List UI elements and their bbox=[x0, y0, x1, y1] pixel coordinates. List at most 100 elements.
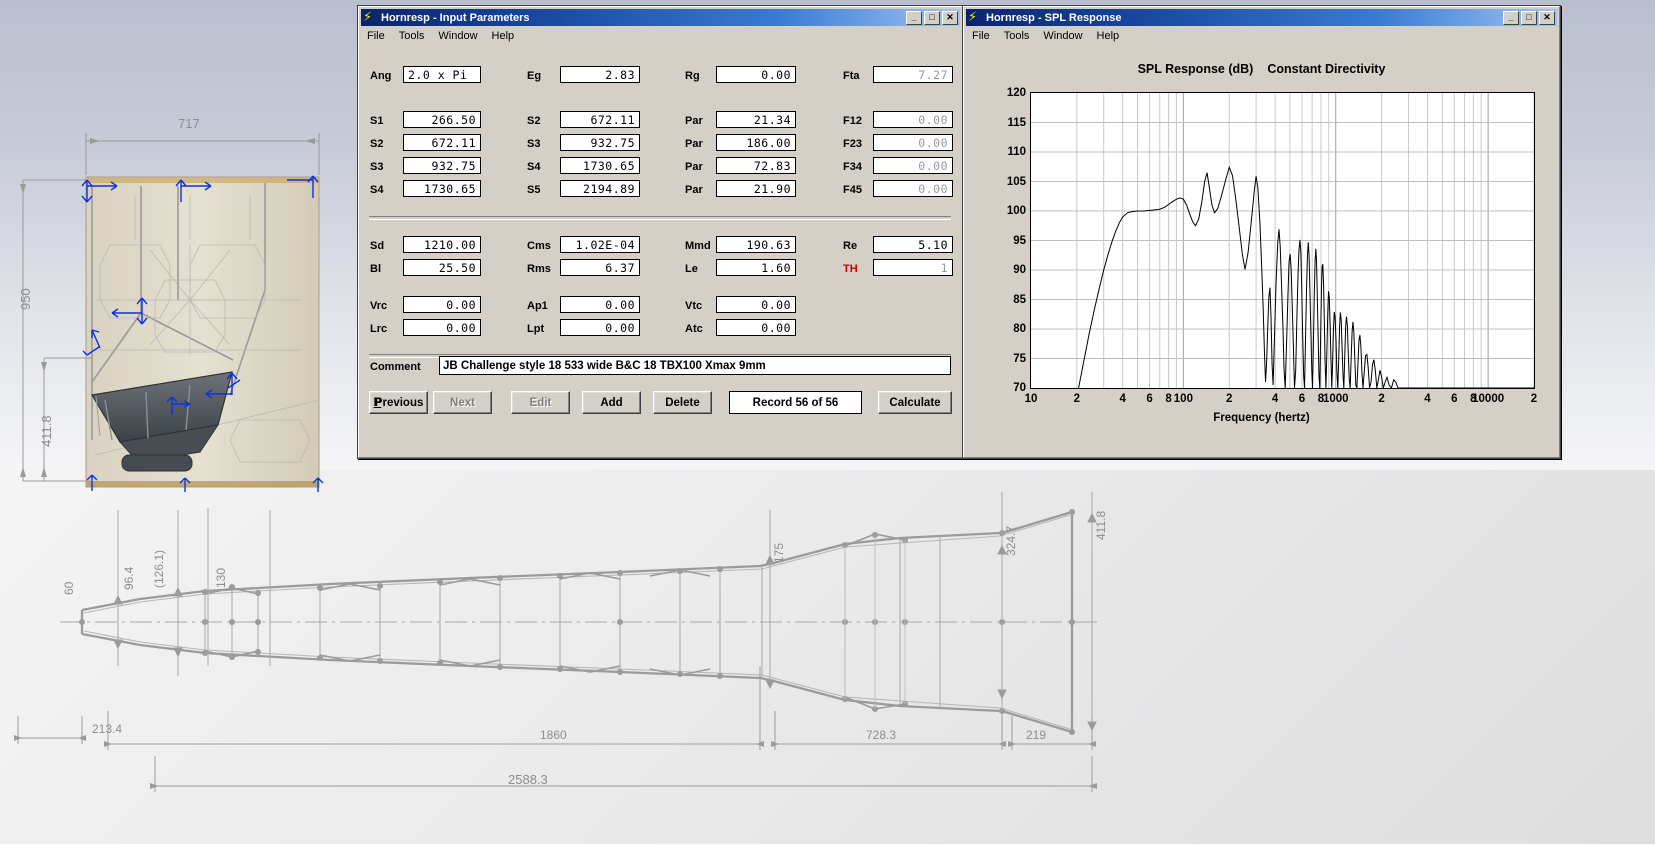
cad-dim-width-top: 717 bbox=[178, 116, 200, 131]
spl-menu-window[interactable]: Window bbox=[1043, 30, 1082, 42]
spl-plot-area: 120 115 110 105 100 95 90 85 80 75 70 10 2 4 6 8 100 2 4 6 8… bbox=[1007, 87, 1537, 405]
next-label: Next bbox=[450, 396, 475, 409]
input-titlebar[interactable]: ⚡ Hornresp - Input Parameters _ □ ✕ bbox=[361, 9, 960, 26]
previous-button[interactable]: PPrevious bbox=[369, 391, 428, 414]
field-rms[interactable]: 6.37 bbox=[560, 259, 640, 276]
spl-response-window[interactable]: ⚡ Hornresp - SPL Response _ □ ✕ File Too… bbox=[962, 5, 1561, 459]
spl-close-button[interactable]: ✕ bbox=[1539, 10, 1555, 25]
x-tick-20000: 2 bbox=[1530, 393, 1538, 405]
menu-file[interactable]: File bbox=[367, 30, 385, 42]
spl-menu-tools[interactable]: Tools bbox=[1004, 30, 1030, 42]
cad-dim-mouth-height: 411.8 bbox=[1094, 510, 1108, 540]
label-re: Re bbox=[843, 240, 858, 252]
input-maximize-button[interactable]: □ bbox=[924, 10, 940, 25]
x-tick-200: 2 bbox=[1226, 393, 1233, 405]
field-le[interactable]: 1.60 bbox=[716, 259, 796, 276]
field-par-1[interactable]: 21.34 bbox=[716, 111, 796, 128]
cad-dim-324: 324.7 bbox=[1004, 525, 1018, 556]
cad-dim-height-lower: 411.8 bbox=[39, 415, 54, 447]
label-s3-b: S3 bbox=[370, 161, 384, 173]
app-bolt-icon: ⚡ bbox=[363, 9, 373, 25]
label-mmd: Mmd bbox=[685, 240, 711, 252]
field-s1[interactable]: 266.50 bbox=[403, 111, 481, 128]
spl-titlebar[interactable]: ⚡ Hornresp - SPL Response _ □ ✕ bbox=[966, 9, 1557, 26]
divider-top bbox=[369, 216, 951, 220]
delete-label: Delete bbox=[665, 396, 700, 409]
label-lrc: Lrc bbox=[370, 323, 388, 335]
x-tick-4000: 4 bbox=[1424, 393, 1431, 405]
field-re[interactable]: 5.10 bbox=[873, 236, 953, 253]
field-vtc[interactable]: 0.00 bbox=[716, 296, 796, 313]
field-f45: 0.00 bbox=[873, 180, 953, 197]
spl-chart-body: SPL Response (dB) Constant Directivity 12… bbox=[970, 44, 1553, 451]
y-tick-80: 80 bbox=[1013, 323, 1026, 335]
x-tick-2000: 2 bbox=[1378, 393, 1385, 405]
delete-button[interactable]: Delete bbox=[653, 391, 712, 414]
cad-profile-view bbox=[14, 492, 1100, 792]
input-minimize-button[interactable]: _ bbox=[906, 10, 922, 25]
chart-title-main: SPL Response (dB) bbox=[1137, 62, 1254, 76]
field-s4-a[interactable]: 1730.65 bbox=[560, 157, 640, 174]
input-window-title: Hornresp - Input Parameters bbox=[381, 11, 530, 24]
spl-menu-help[interactable]: Help bbox=[1097, 30, 1120, 42]
field-atc[interactable]: 0.00 bbox=[716, 319, 796, 336]
x-tick-80: 8 bbox=[1165, 393, 1172, 405]
cad-dim-126-ref: (126.1) bbox=[152, 549, 166, 588]
y-tick-120: 120 bbox=[1006, 87, 1026, 99]
menu-help[interactable]: Help bbox=[492, 30, 515, 42]
field-sd[interactable]: 1210.00 bbox=[403, 236, 481, 253]
field-s2-a[interactable]: 672.11 bbox=[560, 111, 640, 128]
field-par-4[interactable]: 21.90 bbox=[716, 180, 796, 197]
x-tick-60: 6 bbox=[1146, 393, 1153, 405]
label-par-4: Par bbox=[685, 184, 703, 196]
input-close-button[interactable]: ✕ bbox=[942, 10, 958, 25]
x-tick-1000: 1000 bbox=[1322, 393, 1349, 405]
edit-button: Edit bbox=[511, 391, 570, 414]
field-mmd[interactable]: 190.63 bbox=[716, 236, 796, 253]
label-s3-a: S3 bbox=[527, 138, 541, 150]
field-s2-b[interactable]: 672.11 bbox=[403, 134, 481, 151]
field-par-2[interactable]: 186.00 bbox=[716, 134, 796, 151]
calculate-label: Calculate bbox=[889, 396, 941, 409]
y-tick-105: 105 bbox=[1006, 175, 1026, 188]
label-s2-a: S2 bbox=[527, 115, 541, 127]
field-bl[interactable]: 25.50 bbox=[403, 259, 481, 276]
field-par-3[interactable]: 72.83 bbox=[716, 157, 796, 174]
spl-menubar[interactable]: File Tools Window Help bbox=[964, 28, 1559, 44]
field-ang[interactable]: 2.0 x Pi bbox=[403, 66, 481, 83]
field-s5[interactable]: 2194.89 bbox=[560, 180, 640, 197]
field-vrc[interactable]: 0.00 bbox=[403, 296, 481, 313]
field-rg[interactable]: 0.00 bbox=[716, 66, 796, 83]
field-eg[interactable]: 2.83 bbox=[560, 66, 640, 83]
label-le: Le bbox=[685, 263, 698, 275]
field-f12: 0.00 bbox=[873, 111, 953, 128]
cad-dim-height-overall: 950 bbox=[18, 288, 33, 310]
field-f23: 0.00 bbox=[873, 134, 953, 151]
calculate-button[interactable]: Calculate bbox=[878, 391, 952, 414]
label-s5: S5 bbox=[527, 184, 541, 196]
field-lpt[interactable]: 0.00 bbox=[560, 319, 640, 336]
label-fta: Fta bbox=[843, 70, 860, 82]
label-lpt: Lpt bbox=[527, 323, 545, 335]
field-lrc[interactable]: 0.00 bbox=[403, 319, 481, 336]
add-button[interactable]: Add bbox=[582, 391, 641, 414]
input-parameters-window[interactable]: ⚡ Hornresp - Input Parameters _ □ ✕ File… bbox=[357, 5, 964, 459]
x-tick-10000: 10000 bbox=[1472, 393, 1505, 405]
field-s4-b[interactable]: 1730.65 bbox=[403, 180, 481, 197]
menu-window[interactable]: Window bbox=[438, 30, 477, 42]
field-s3-b[interactable]: 932.75 bbox=[403, 157, 481, 174]
spl-minimize-button[interactable]: _ bbox=[1503, 10, 1519, 25]
menu-tools[interactable]: Tools bbox=[399, 30, 425, 42]
label-ap1: Ap1 bbox=[527, 300, 548, 312]
y-tick-100: 100 bbox=[1006, 205, 1026, 217]
field-cms[interactable]: 1.02E-04 bbox=[560, 236, 640, 253]
label-s2-b: S2 bbox=[370, 138, 384, 150]
x-tick-100: 100 bbox=[1173, 393, 1193, 405]
spl-maximize-button[interactable]: □ bbox=[1521, 10, 1537, 25]
spl-menu-file[interactable]: File bbox=[972, 30, 990, 42]
label-sd: Sd bbox=[370, 240, 385, 252]
field-ap1[interactable]: 0.00 bbox=[560, 296, 640, 313]
input-menubar[interactable]: File Tools Window Help bbox=[359, 28, 962, 44]
comment-input[interactable]: JB Challenge style 18 533 wide B&C 18 TB… bbox=[439, 356, 951, 375]
field-s3-a[interactable]: 932.75 bbox=[560, 134, 640, 151]
